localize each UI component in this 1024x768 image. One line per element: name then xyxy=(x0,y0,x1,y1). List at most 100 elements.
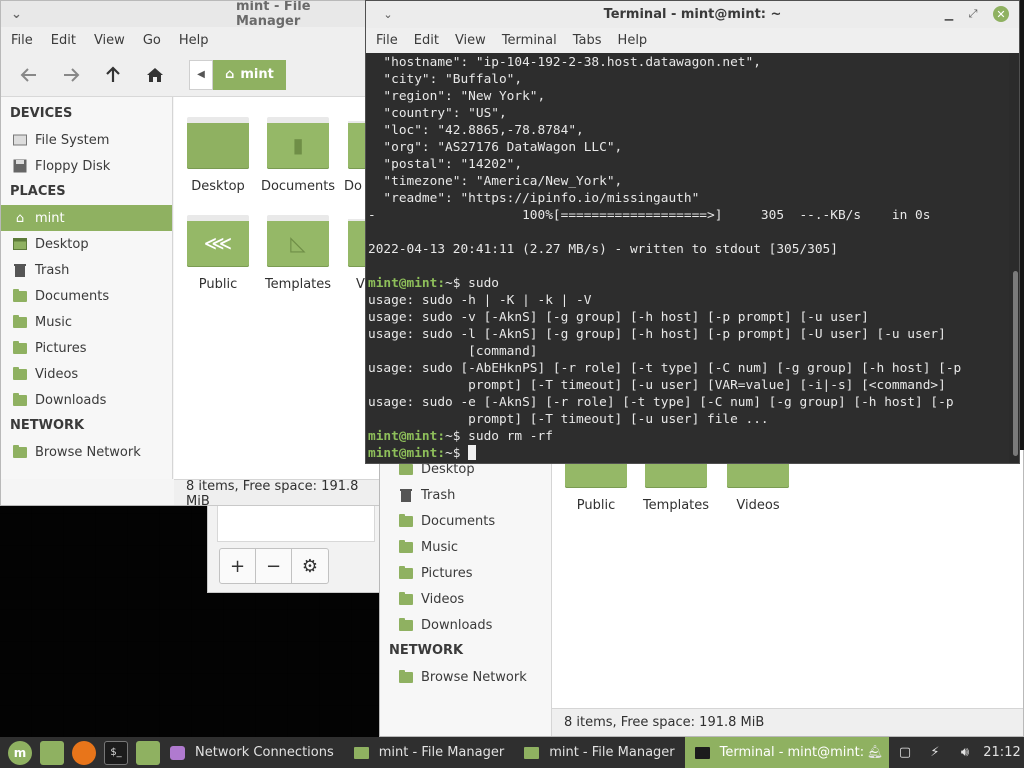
sidebar: Desktop Trash Documents Music Pictures V… xyxy=(380,456,552,736)
task-terminal[interactable]: Terminal - mint@mint: ~ xyxy=(684,737,890,768)
sidebar-item-documents[interactable]: Documents xyxy=(1,283,172,309)
file-item-documents[interactable]: ▮ Documents xyxy=(258,117,338,194)
minimize-button[interactable]: ▁ xyxy=(941,6,957,22)
sidebar-item-floppy-disk[interactable]: Floppy Disk xyxy=(1,153,172,179)
sidebar-heading-network: NETWORK xyxy=(10,418,85,433)
menu-terminal[interactable]: Terminal xyxy=(502,33,557,48)
sidebar-item-documents[interactable]: Documents xyxy=(380,508,551,534)
path-crumb-home[interactable]: ⌂ mint xyxy=(213,59,286,90)
output-line: usage: sudo [-AbEHknPS] [-r role] [-t ty… xyxy=(368,361,962,376)
file-item-public[interactable]: ⋘ Public xyxy=(178,215,258,292)
forward-button[interactable] xyxy=(55,59,87,91)
prompt: mint@mint: xyxy=(368,276,446,291)
sidebar-item-videos[interactable]: Videos xyxy=(1,361,172,387)
terminal-launcher-icon[interactable]: $_ xyxy=(104,740,128,765)
task-file-manager-2[interactable]: mint - File Manager xyxy=(514,737,684,768)
menu-view[interactable]: View xyxy=(94,33,125,48)
sidebar-item-browse-network[interactable]: Browse Network xyxy=(380,664,551,690)
output-line: "city": "Buffalo", xyxy=(368,72,523,87)
close-button[interactable]: ✕ xyxy=(993,6,1009,22)
clipboard-icon[interactable]: ▢ xyxy=(890,737,920,768)
terminal-output[interactable]: "hostname": "ip-104-192-2-38.host.datawa… xyxy=(366,53,1009,463)
notifications-bell-icon[interactable]: 🔔︎ xyxy=(860,737,890,768)
remove-connection-button[interactable]: − xyxy=(256,549,292,583)
maximize-button[interactable]: ⤢ xyxy=(965,6,981,22)
window-collapse-icon[interactable]: ⌄ xyxy=(11,7,22,22)
home-icon xyxy=(147,67,163,82)
window-titlebar[interactable]: ⌄ mint - File Manager xyxy=(1,0,379,29)
prompt-suffix: ~$ xyxy=(445,276,469,291)
up-button[interactable] xyxy=(97,59,129,91)
file-view[interactable]: Desktop ▮ Documents Do ⋘ Public ◺ Templates… xyxy=(174,97,379,479)
text-cursor xyxy=(468,445,477,460)
path-scroll-left[interactable]: ◀ xyxy=(189,59,213,90)
terminal-icon xyxy=(694,746,710,759)
sidebar-item-trash[interactable]: Trash xyxy=(380,482,551,508)
clock[interactable]: 21:12 xyxy=(980,737,1024,768)
window-titlebar[interactable]: ⌄ Terminal - mint@mint: ~ ▁ ⤢ ✕ xyxy=(366,1,1019,28)
menu-help[interactable]: Help xyxy=(179,33,209,48)
task-label: mint - File Manager xyxy=(378,745,505,760)
sidebar-item-mint[interactable]: ⌂ mint xyxy=(1,205,172,231)
output-line: "country": "US", xyxy=(368,106,507,121)
command-text: sudo xyxy=(468,276,499,291)
menu-go[interactable]: Go xyxy=(143,33,161,48)
sidebar-item-trash[interactable]: Trash xyxy=(1,257,172,283)
files-launcher-icon[interactable] xyxy=(136,740,160,765)
sidebar-item-label: Browse Network xyxy=(421,669,527,685)
menu-tabs[interactable]: Tabs xyxy=(573,33,602,48)
sidebar-item-downloads[interactable]: Downloads xyxy=(1,387,172,413)
menu-edit[interactable]: Edit xyxy=(414,33,439,48)
home-button[interactable] xyxy=(139,59,171,91)
prompt: mint@mint: xyxy=(368,446,446,461)
connections-list[interactable] xyxy=(217,506,375,542)
prompt-suffix: ~$ xyxy=(445,446,469,461)
menu-file[interactable]: File xyxy=(11,33,33,48)
sidebar-item-file-system[interactable]: File System xyxy=(1,127,172,153)
connection-settings-button[interactable]: ⚙ xyxy=(292,549,328,583)
status-bar: 8 items, Free space: 191.8 MiB xyxy=(552,708,1023,736)
back-button[interactable] xyxy=(13,59,45,91)
sidebar-item-pictures[interactable]: Pictures xyxy=(380,560,551,586)
sidebar-item-label: Downloads xyxy=(35,392,107,408)
sidebar-item-desktop[interactable]: Desktop xyxy=(1,231,172,257)
sidebar-item-downloads[interactable]: Downloads xyxy=(380,612,551,638)
output-line: "postal": "14202", xyxy=(368,157,523,172)
prompt-line-current[interactable]: mint@mint:~$ xyxy=(368,445,1009,462)
sidebar-item-pictures[interactable]: Pictures xyxy=(1,335,172,361)
sidebar-item-browse-network[interactable]: Browse Network xyxy=(1,439,172,465)
file-view[interactable]: Public Templates Videos xyxy=(552,450,1023,708)
task-file-manager-1[interactable]: mint - File Manager xyxy=(344,737,514,768)
sidebar-item-music[interactable]: Music xyxy=(380,534,551,560)
sidebar-item-label: Trash xyxy=(421,487,456,503)
firefox-icon[interactable] xyxy=(72,740,96,765)
folder-public-icon: ⋘ xyxy=(187,215,249,267)
file-item-desktop[interactable]: Desktop xyxy=(178,117,258,194)
file-manager-window-front[interactable]: Desktop Trash Documents Music Pictures V… xyxy=(379,450,1024,737)
output-line: - 100%[===================>] 305 --.-KB/… xyxy=(368,208,931,223)
sidebar-item-label: Trash xyxy=(35,262,70,278)
task-network-connections[interactable]: Network Connections xyxy=(160,737,344,768)
prompt-line: mint@mint:~$ sudo xyxy=(368,275,1009,292)
add-connection-button[interactable]: + xyxy=(220,549,256,583)
file-manager-window-back[interactable]: ⌄ mint - File Manager File Edit View Go … xyxy=(0,0,380,506)
menu-file[interactable]: File xyxy=(376,33,398,48)
file-item-templates[interactable]: ◺ Templates xyxy=(258,215,338,292)
sidebar-item-videos[interactable]: Videos xyxy=(380,586,551,612)
sidebar-item-music[interactable]: Music xyxy=(1,309,172,335)
file-label: Templates xyxy=(642,498,710,513)
file-label: Videos xyxy=(736,498,780,513)
folder-documents-icon xyxy=(12,288,28,303)
terminal-window[interactable]: ⌄ Terminal - mint@mint: ~ ▁ ⤢ ✕ File Edi… xyxy=(365,0,1020,464)
power-icon[interactable]: ⚡︎ xyxy=(920,737,950,768)
window-title: mint - File Manager xyxy=(236,0,311,29)
menu-view[interactable]: View xyxy=(455,33,486,48)
scrollbar-thumb[interactable] xyxy=(1013,271,1018,456)
network-connections-dialog[interactable]: + − ⚙ xyxy=(207,505,382,593)
volume-icon[interactable]: 🔊︎ xyxy=(950,737,980,768)
menu-help[interactable]: Help xyxy=(618,33,648,48)
menu-edit[interactable]: Edit xyxy=(51,33,76,48)
show-desktop-icon[interactable] xyxy=(40,740,64,765)
menu-mint-icon[interactable]: m xyxy=(8,740,32,765)
desktop-icon xyxy=(398,461,414,476)
